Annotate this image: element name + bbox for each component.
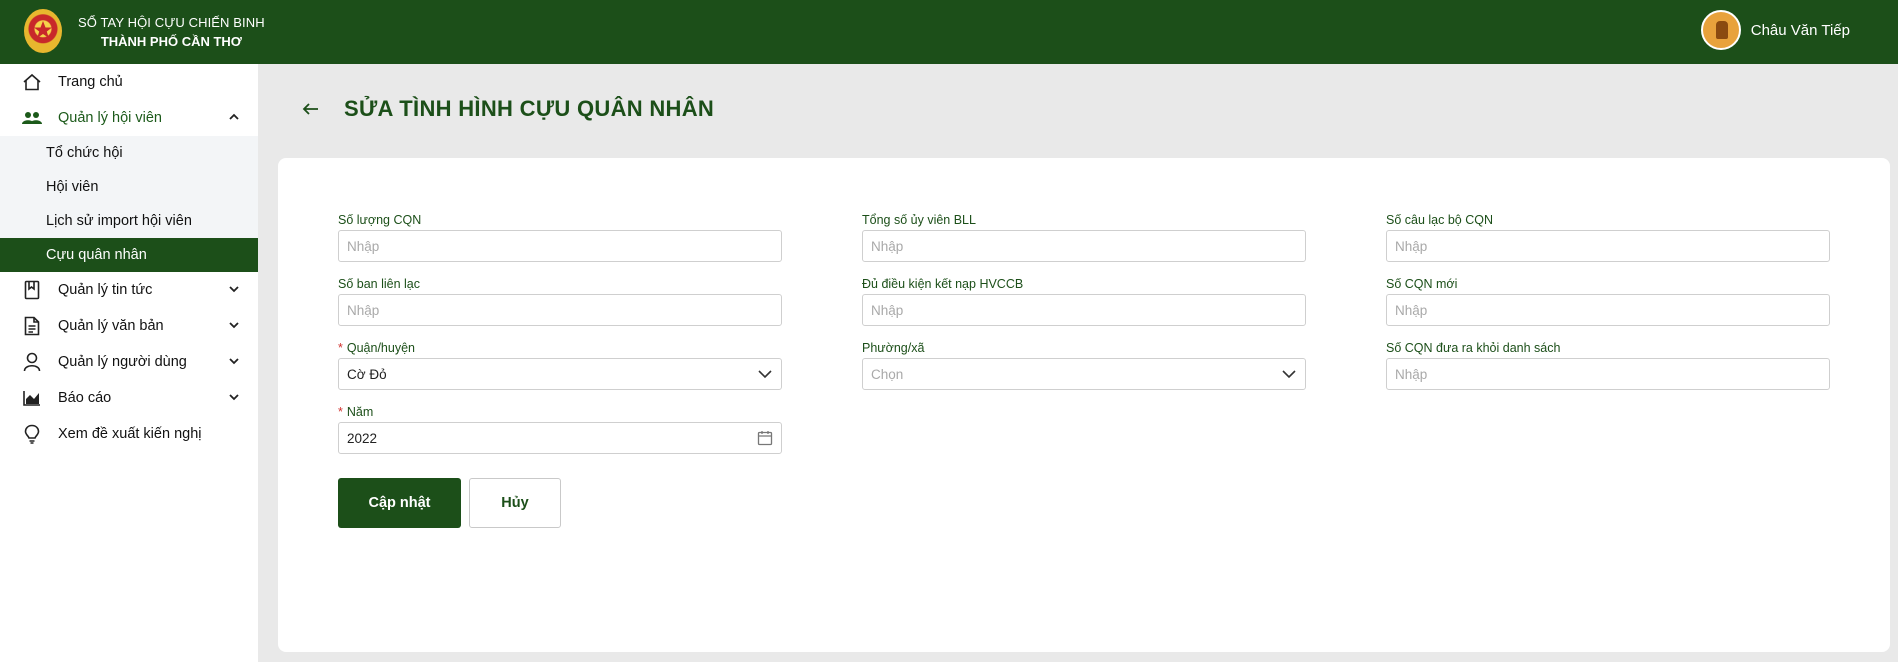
sidebar-subitem-members[interactable]: Hội viên	[0, 170, 258, 204]
tong-so-uy-vien-input[interactable]	[862, 230, 1306, 262]
quan-huyen-select[interactable]: Cờ Đỏ	[338, 358, 782, 390]
so-cau-lac-bo-input[interactable]	[1386, 230, 1830, 262]
field-label-text: Quận/huyện	[346, 341, 415, 355]
back-arrow-icon[interactable]	[302, 99, 322, 119]
field-label: Tổng số ủy viên BLL	[862, 213, 976, 227]
field-nam: * Năm 2022	[338, 404, 782, 454]
sidebar-item-label: Báo cáo	[58, 390, 112, 406]
field-so-cqn-moi: Số CQN mới	[1386, 276, 1830, 326]
sidebar-item-label: Quản lý người dùng	[58, 354, 187, 370]
field-du-dieu-kien: Đủ điều kiện kết nạp HVCCB	[862, 276, 1306, 326]
veterans-association-logo[interactable]	[24, 9, 62, 53]
sidebar-item-label: Quản lý tin tức	[58, 282, 153, 298]
page-title: SỬA TÌNH HÌNH CỰU QUÂN NHÂN	[344, 96, 715, 121]
so-cqn-moi-input[interactable]	[1386, 294, 1830, 326]
sidebar: Trang chủ Quản lý hội viên Tổ chức hội H…	[0, 64, 258, 662]
members-submenu: Tổ chức hội Hội viên Lịch sử import hội …	[0, 136, 258, 272]
sidebar-item-reports[interactable]: Báo cáo	[0, 380, 258, 416]
du-dieu-kien-input[interactable]	[862, 294, 1306, 326]
sidebar-item-users[interactable]: Quản lý người dùng	[0, 344, 258, 380]
field-tong-so-uy-vien: Tổng số ủy viên BLL	[862, 212, 1306, 262]
field-label: Số lượng CQN	[338, 213, 422, 227]
update-button[interactable]: Cập nhật	[338, 478, 461, 528]
field-label: Số câu lạc bộ CQN	[1386, 213, 1493, 227]
chevron-down-icon	[228, 391, 240, 407]
brand-line-1: SỔ TAY HỘI CỰU CHIẾN BINH	[78, 15, 265, 30]
calendar-icon	[757, 430, 773, 449]
nam-date-picker[interactable]: 2022	[338, 422, 782, 454]
field-phuong-xa: Phường/xã Chọn	[862, 340, 1306, 390]
field-quan-huyen: * Quận/huyện Cờ Đỏ	[338, 340, 782, 390]
field-label: * Quận/huyện	[338, 340, 782, 358]
sidebar-item-members[interactable]: Quản lý hội viên	[0, 100, 258, 136]
sidebar-item-label: Trang chủ	[58, 74, 123, 90]
app-header: SỔ TAY HỘI CỰU CHIẾN BINH THÀNH PHỐ CẦN …	[0, 0, 1898, 64]
lightbulb-icon	[22, 424, 42, 444]
sidebar-item-label: Quản lý hội viên	[58, 110, 162, 126]
sidebar-item-label: Quản lý văn bản	[58, 318, 164, 334]
field-label-text: Năm	[346, 405, 374, 419]
sidebar-item-news[interactable]: Quản lý tin tức	[0, 272, 258, 308]
brand-line-2: THÀNH PHỐ CẦN THƠ	[100, 34, 242, 49]
field-label: Số CQN mới	[1386, 277, 1458, 291]
sidebar-subitem-label: Cựu quân nhân	[46, 247, 147, 263]
select-value: Cờ Đỏ	[347, 366, 387, 382]
home-icon	[22, 72, 42, 92]
chevron-down-icon	[1281, 366, 1297, 385]
chevron-down-icon	[228, 283, 240, 299]
user-menu[interactable]: Châu Văn Tiếp	[1700, 10, 1850, 50]
document-icon	[22, 316, 42, 336]
bookmark-icon	[22, 280, 42, 300]
date-value: 2022	[347, 430, 378, 446]
sidebar-subitem-import-history[interactable]: Lịch sử import hội viên	[0, 204, 258, 238]
sidebar-item-proposals[interactable]: Xem đề xuất kiến nghị	[0, 416, 258, 452]
sidebar-subitem-label: Lịch sử import hội viên	[46, 213, 192, 229]
avatar[interactable]	[1700, 10, 1741, 50]
field-label: Số CQN đưa ra khỏi danh sách	[1386, 341, 1561, 355]
user-icon	[22, 352, 42, 372]
sidebar-item-home[interactable]: Trang chủ	[0, 64, 258, 100]
chevron-up-icon	[228, 111, 240, 127]
field-label: Đủ điều kiện kết nạp HVCCB	[862, 277, 1024, 291]
field-label: Số ban liên lạc	[338, 277, 421, 291]
field-so-luong-cqn: Số lượng CQN	[338, 212, 782, 262]
chart-icon	[22, 388, 42, 408]
phuong-xa-select[interactable]: Chọn	[862, 358, 1306, 390]
chevron-down-icon	[757, 366, 773, 385]
sidebar-subitem-veterans[interactable]: Cựu quân nhân	[0, 238, 258, 272]
field-so-cau-lac-bo: Số câu lạc bộ CQN	[1386, 212, 1830, 262]
field-label: * Năm	[338, 404, 782, 422]
so-cqn-dua-ra-input[interactable]	[1386, 358, 1830, 390]
page-header: SỬA TÌNH HÌNH CỰU QUÂN NHÂN	[302, 96, 714, 122]
sidebar-subitem-label: Hội viên	[46, 179, 99, 195]
sidebar-item-label: Xem đề xuất kiến nghị	[58, 426, 202, 442]
sidebar-subitem-organization[interactable]: Tổ chức hội	[0, 136, 258, 170]
field-label: Phường/xã	[862, 341, 925, 355]
brand-title: SỔ TAY HỘI CỰU CHIẾN BINH THÀNH PHỐ CẦN …	[78, 13, 265, 51]
user-name[interactable]: Châu Văn Tiếp	[1751, 22, 1850, 39]
field-so-ban-lien-lac: Số ban liên lạc	[338, 276, 782, 326]
required-mark: *	[338, 341, 343, 355]
so-luong-cqn-input[interactable]	[338, 230, 782, 262]
so-ban-lien-lac-input[interactable]	[338, 294, 782, 326]
cancel-button[interactable]: Hủy	[469, 478, 561, 528]
field-so-cqn-dua-ra: Số CQN đưa ra khỏi danh sách	[1386, 340, 1830, 390]
required-mark: *	[338, 405, 343, 419]
users-icon	[22, 108, 42, 128]
chevron-down-icon	[228, 355, 240, 371]
sidebar-item-documents[interactable]: Quản lý văn bản	[0, 308, 258, 344]
chevron-down-icon	[228, 319, 240, 335]
select-placeholder: Chọn	[871, 366, 904, 382]
sidebar-subitem-label: Tổ chức hội	[46, 145, 123, 161]
